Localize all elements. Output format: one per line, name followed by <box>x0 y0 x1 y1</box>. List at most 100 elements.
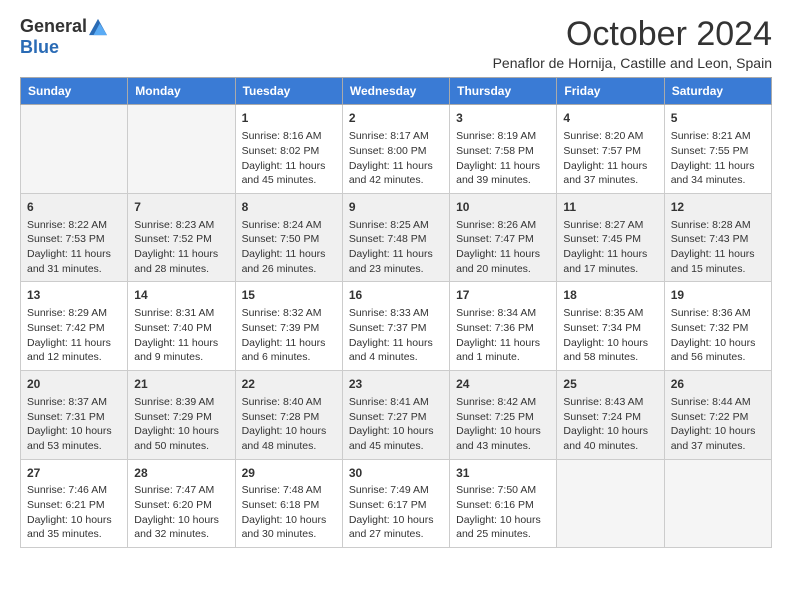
table-row: 19Sunrise: 8:36 AMSunset: 7:32 PMDayligh… <box>664 282 771 371</box>
table-row: 14 Sunrise: 8:31 AMSunset: 7:40 PMDayligh… <box>128 282 235 371</box>
cell-day-number: 25 <box>563 376 657 393</box>
cell-info: Sunrise: 8:24 AMSunset: 7:50 PMDaylight:… <box>242 218 336 277</box>
table-row: 22 Sunrise: 8:40 AMSunset: 7:28 PMDayligh… <box>235 371 342 460</box>
table-row: 26Sunrise: 8:44 AMSunset: 7:22 PMDayligh… <box>664 371 771 460</box>
cell-day-number: 21 <box>134 376 228 393</box>
cell-info: Sunrise: 8:20 AMSunset: 7:57 PMDaylight:… <box>563 129 657 188</box>
cell-day-number: 28 <box>134 465 228 482</box>
table-row: 11 Sunrise: 8:27 AMSunset: 7:45 PMDayligh… <box>557 193 664 282</box>
logo-icon <box>89 18 107 36</box>
table-row: 7Sunrise: 8:23 AMSunset: 7:52 PMDaylight… <box>128 193 235 282</box>
cell-day-number: 23 <box>349 376 443 393</box>
title-block: October 2024 Penaflor de Hornija, Castil… <box>493 16 772 71</box>
cell-info: Sunrise: 8:31 AMSunset: 7:40 PMDaylight:… <box>134 306 228 365</box>
cell-day-number: 6 <box>27 199 121 216</box>
cell-info: Sunrise: 8:41 AMSunset: 7:27 PMDaylight:… <box>349 395 443 454</box>
cell-day-number: 24 <box>456 376 550 393</box>
cell-info: Sunrise: 7:46 AMSunset: 6:21 PMDaylight:… <box>27 483 121 542</box>
calendar-week-row: 20Sunrise: 8:37 AMSunset: 7:31 PMDayligh… <box>21 371 772 460</box>
cell-day-number: 20 <box>27 376 121 393</box>
cell-day-number: 31 <box>456 465 550 482</box>
table-row: 3 Sunrise: 8:19 AMSunset: 7:58 PMDaylight… <box>450 105 557 194</box>
cell-info: Sunrise: 8:43 AMSunset: 7:24 PMDaylight:… <box>563 395 657 454</box>
table-row: 29Sunrise: 7:48 AMSunset: 6:18 PMDayligh… <box>235 459 342 548</box>
cell-info: Sunrise: 8:29 AMSunset: 7:42 PMDaylight:… <box>27 306 121 365</box>
calendar-table: Sunday Monday Tuesday Wednesday Thursday… <box>20 77 772 548</box>
cell-info: Sunrise: 8:25 AMSunset: 7:48 PMDaylight:… <box>349 218 443 277</box>
cell-info: Sunrise: 7:48 AMSunset: 6:18 PMDaylight:… <box>242 483 336 542</box>
cell-info: Sunrise: 7:49 AMSunset: 6:17 PMDaylight:… <box>349 483 443 542</box>
table-row: 25 Sunrise: 8:43 AMSunset: 7:24 PMDayligh… <box>557 371 664 460</box>
header-thursday: Thursday <box>450 78 557 105</box>
table-row: 30Sunrise: 7:49 AMSunset: 6:17 PMDayligh… <box>342 459 449 548</box>
table-row: 9 Sunrise: 8:25 AMSunset: 7:48 PMDaylight… <box>342 193 449 282</box>
table-row <box>128 105 235 194</box>
table-row <box>21 105 128 194</box>
cell-day-number: 22 <box>242 376 336 393</box>
table-row: 5 Sunrise: 8:21 AMSunset: 7:55 PMDaylight… <box>664 105 771 194</box>
calendar-week-row: 1 Sunrise: 8:16 AMSunset: 8:02 PMDaylight… <box>21 105 772 194</box>
header-monday: Monday <box>128 78 235 105</box>
header-saturday: Saturday <box>664 78 771 105</box>
table-row: 1 Sunrise: 8:16 AMSunset: 8:02 PMDaylight… <box>235 105 342 194</box>
header: General Blue October 2024 Penaflor de Ho… <box>20 16 772 71</box>
cell-info: Sunrise: 8:42 AMSunset: 7:25 PMDaylight:… <box>456 395 550 454</box>
calendar-week-row: 27Sunrise: 7:46 AMSunset: 6:21 PMDayligh… <box>21 459 772 548</box>
cell-info: Sunrise: 8:34 AMSunset: 7:36 PMDaylight:… <box>456 306 550 365</box>
cell-day-number: 1 <box>242 110 336 127</box>
cell-info: Sunrise: 8:16 AMSunset: 8:02 PMDaylight:… <box>242 129 336 188</box>
cell-info: Sunrise: 8:33 AMSunset: 7:37 PMDaylight:… <box>349 306 443 365</box>
cell-day-number: 12 <box>671 199 765 216</box>
header-wednesday: Wednesday <box>342 78 449 105</box>
cell-info: Sunrise: 7:47 AMSunset: 6:20 PMDaylight:… <box>134 483 228 542</box>
cell-info: Sunrise: 8:27 AMSunset: 7:45 PMDaylight:… <box>563 218 657 277</box>
table-row: 2 Sunrise: 8:17 AMSunset: 8:00 PMDaylight… <box>342 105 449 194</box>
cell-info: Sunrise: 8:17 AMSunset: 8:00 PMDaylight:… <box>349 129 443 188</box>
cell-day-number: 15 <box>242 287 336 304</box>
table-row: 16 Sunrise: 8:33 AMSunset: 7:37 PMDayligh… <box>342 282 449 371</box>
table-row: 20Sunrise: 8:37 AMSunset: 7:31 PMDayligh… <box>21 371 128 460</box>
table-row: 10Sunrise: 8:26 AMSunset: 7:47 PMDayligh… <box>450 193 557 282</box>
table-row: 18Sunrise: 8:35 AMSunset: 7:34 PMDayligh… <box>557 282 664 371</box>
header-sunday: Sunday <box>21 78 128 105</box>
cell-day-number: 9 <box>349 199 443 216</box>
cell-info: Sunrise: 8:44 AMSunset: 7:22 PMDaylight:… <box>671 395 765 454</box>
cell-info: Sunrise: 8:19 AMSunset: 7:58 PMDaylight:… <box>456 129 550 188</box>
table-row: 8Sunrise: 8:24 AMSunset: 7:50 PMDaylight… <box>235 193 342 282</box>
table-row <box>664 459 771 548</box>
cell-day-number: 30 <box>349 465 443 482</box>
cell-day-number: 13 <box>27 287 121 304</box>
cell-info: Sunrise: 8:39 AMSunset: 7:29 PMDaylight:… <box>134 395 228 454</box>
cell-day-number: 17 <box>456 287 550 304</box>
header-tuesday: Tuesday <box>235 78 342 105</box>
cell-info: Sunrise: 8:28 AMSunset: 7:43 PMDaylight:… <box>671 218 765 277</box>
table-row: 17 Sunrise: 8:34 AMSunset: 7:36 PMDayligh… <box>450 282 557 371</box>
cell-info: Sunrise: 8:35 AMSunset: 7:34 PMDaylight:… <box>563 306 657 365</box>
cell-day-number: 27 <box>27 465 121 482</box>
cell-info: Sunrise: 8:21 AMSunset: 7:55 PMDaylight:… <box>671 129 765 188</box>
cell-day-number: 3 <box>456 110 550 127</box>
table-row: 28Sunrise: 7:47 AMSunset: 6:20 PMDayligh… <box>128 459 235 548</box>
cell-info: Sunrise: 8:22 AMSunset: 7:53 PMDaylight:… <box>27 218 121 277</box>
cell-info: Sunrise: 8:36 AMSunset: 7:32 PMDaylight:… <box>671 306 765 365</box>
cell-info: Sunrise: 8:40 AMSunset: 7:28 PMDaylight:… <box>242 395 336 454</box>
table-row: 23 Sunrise: 8:41 AMSunset: 7:27 PMDayligh… <box>342 371 449 460</box>
calendar-week-row: 6 Sunrise: 8:22 AMSunset: 7:53 PMDaylight… <box>21 193 772 282</box>
logo: General Blue <box>20 16 107 58</box>
table-row: 31Sunrise: 7:50 AMSunset: 6:16 PMDayligh… <box>450 459 557 548</box>
cell-day-number: 5 <box>671 110 765 127</box>
cell-day-number: 2 <box>349 110 443 127</box>
cell-day-number: 16 <box>349 287 443 304</box>
cell-info: Sunrise: 8:32 AMSunset: 7:39 PMDaylight:… <box>242 306 336 365</box>
cell-day-number: 11 <box>563 199 657 216</box>
cell-day-number: 4 <box>563 110 657 127</box>
table-row: 13 Sunrise: 8:29 AMSunset: 7:42 PMDayligh… <box>21 282 128 371</box>
cell-day-number: 14 <box>134 287 228 304</box>
cell-day-number: 7 <box>134 199 228 216</box>
table-row: 4 Sunrise: 8:20 AMSunset: 7:57 PMDaylight… <box>557 105 664 194</box>
table-row: 21 Sunrise: 8:39 AMSunset: 7:29 PMDayligh… <box>128 371 235 460</box>
cell-day-number: 29 <box>242 465 336 482</box>
cell-info: Sunrise: 7:50 AMSunset: 6:16 PMDaylight:… <box>456 483 550 542</box>
table-row <box>557 459 664 548</box>
logo-general: General <box>20 16 87 37</box>
